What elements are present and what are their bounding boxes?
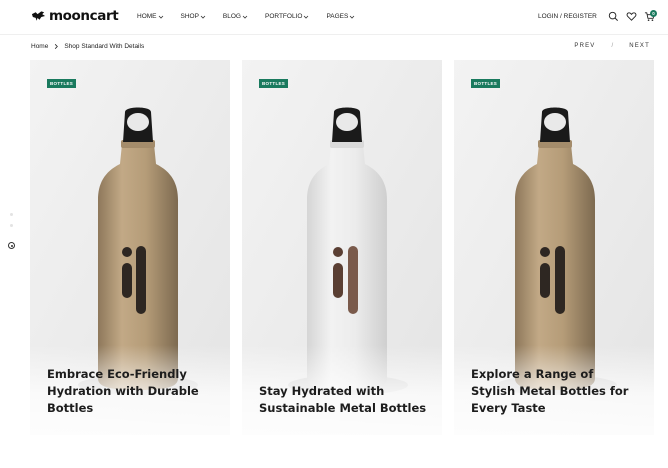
search-icon[interactable] xyxy=(608,11,619,22)
chevron-down-icon xyxy=(242,15,248,19)
chevron-down-icon xyxy=(158,15,163,19)
heart-icon[interactable] xyxy=(626,11,637,22)
chevron-right-icon xyxy=(55,44,59,49)
nav-item-home[interactable]: HOME xyxy=(137,13,164,20)
breadcrumb-home-link[interactable]: Home xyxy=(31,43,48,50)
chevron-down-icon xyxy=(200,15,206,19)
card-title[interactable]: Embrace Eco-Friendly Hydration with Dura… xyxy=(47,366,217,417)
product-card[interactable]: BOTTLES Stay Hydrated with Sustainable M… xyxy=(242,60,442,435)
nav-item-portfolio[interactable]: PORTFOLIO xyxy=(265,13,309,20)
breadcrumb-current: Shop Standard With Details xyxy=(64,43,145,50)
brand-name: mooncart xyxy=(49,8,119,24)
product-card[interactable]: BOTTLES Explore a Range of Stylish Metal… xyxy=(454,60,654,435)
category-badge[interactable]: BOTTLES xyxy=(47,79,77,88)
card-title[interactable]: Stay Hydrated with Sustainable Metal Bot… xyxy=(259,383,429,417)
side-dot[interactable] xyxy=(10,213,13,216)
nav-label: SHOP xyxy=(180,13,199,20)
prev-link[interactable]: PREV xyxy=(574,43,595,49)
pager-separator: / xyxy=(611,43,614,49)
nav-item-pages[interactable]: PAGES xyxy=(326,13,355,20)
next-link[interactable]: NEXT xyxy=(629,43,650,49)
chevron-down-icon xyxy=(350,15,355,19)
side-dot-active[interactable] xyxy=(8,242,15,249)
card-title[interactable]: Explore a Range of Stylish Metal Bottles… xyxy=(471,366,641,417)
login-register-link[interactable]: LOGIN / REGISTER xyxy=(538,13,597,20)
category-badge[interactable]: BOTTLES xyxy=(471,79,501,88)
breadcrumb: Home Shop Standard With Details xyxy=(31,43,144,50)
chevron-down-icon xyxy=(304,15,309,19)
nav-label: HOME xyxy=(137,13,157,20)
logo[interactable]: mooncart xyxy=(31,8,119,24)
cart-count-badge: 0 xyxy=(650,10,657,17)
post-pager: PREV / NEXT xyxy=(574,43,650,49)
nav-label: PAGES xyxy=(326,13,349,20)
category-badge[interactable]: BOTTLES xyxy=(259,79,289,88)
nav-item-blog[interactable]: BLOG xyxy=(223,13,248,20)
main-nav: HOME SHOP BLOG PORTFOLIO PAGES xyxy=(137,13,372,20)
nav-label: BLOG xyxy=(222,13,241,20)
nav-label: PORTFOLIO xyxy=(264,13,303,20)
side-dot[interactable] xyxy=(10,224,13,227)
site-header: mooncart HOME SHOP BLOG PORTFOLIO PAGES … xyxy=(0,0,668,35)
product-card[interactable]: BOTTLES Embrace Eco-Friendly Hydration w… xyxy=(30,60,230,435)
nav-item-shop[interactable]: SHOP xyxy=(181,13,206,20)
bird-icon xyxy=(31,11,46,21)
